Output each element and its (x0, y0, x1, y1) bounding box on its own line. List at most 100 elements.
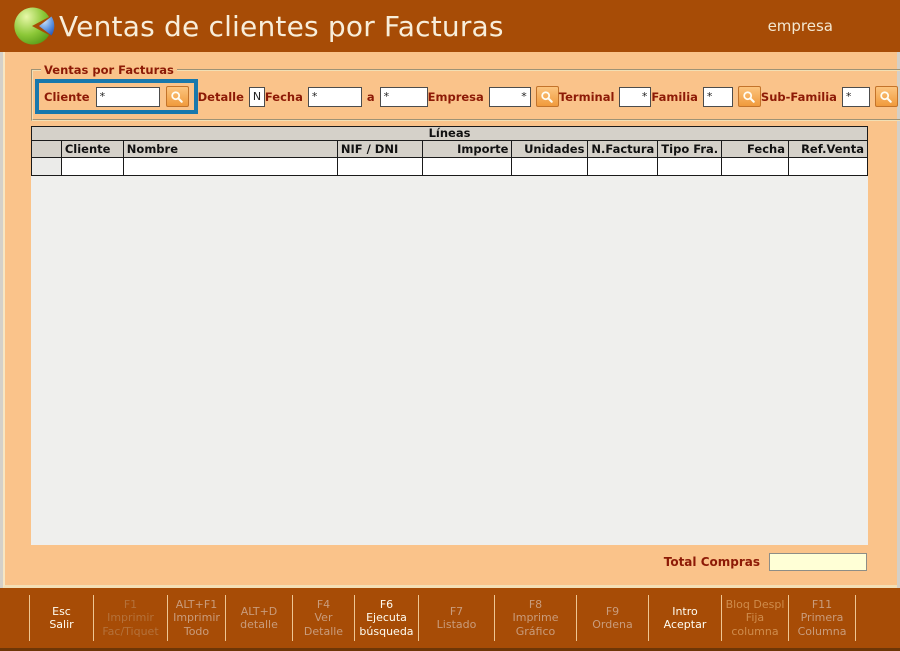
column-header-selector (32, 141, 62, 158)
footer-button-label: Salir (49, 618, 73, 631)
grid-empty-row[interactable] (32, 158, 868, 176)
empresa-input[interactable] (489, 87, 531, 107)
footer-button-label: detalle (240, 618, 278, 631)
footer-button-label: Imprime Gráfico (497, 611, 574, 637)
footer-button-altd-detalle[interactable]: ALT+D detalle (225, 595, 292, 641)
empresa-search-button[interactable] (536, 86, 559, 107)
footer-button-f1-imprimir[interactable]: F1 Imprimir Fac/Tiquet (93, 595, 167, 641)
total-compras-input[interactable] (769, 553, 867, 571)
footer-button-label: Aceptar (664, 618, 707, 631)
footer-button-key: F4 (317, 598, 330, 611)
familia-label: Familia (651, 90, 698, 104)
column-header-importe: Importe (422, 141, 512, 158)
page-title: Ventas de clientes por Facturas (59, 10, 504, 43)
app-window: Ventas de clientes por Facturas empresa … (0, 0, 900, 651)
fecha-field: Fecha a (265, 87, 428, 107)
cell-refventa (789, 158, 868, 176)
column-header-refventa: Ref.Venta (789, 141, 868, 158)
column-header-nombre: Nombre (123, 141, 337, 158)
cell-tipofra (658, 158, 722, 176)
footer-button-key: F11 (812, 598, 832, 611)
familia-field: Familia (651, 86, 761, 107)
footer-button-label: Listado (437, 618, 477, 631)
cell-importe (422, 158, 512, 176)
cell-unidades (512, 158, 588, 176)
subfamilia-search-button[interactable] (875, 86, 898, 107)
cell-nfactura (588, 158, 658, 176)
cliente-input[interactable] (96, 87, 160, 107)
subfamilia-input[interactable] (842, 87, 870, 107)
grid-caption: Líneas (31, 126, 868, 141)
subfamilia-label: Sub-Familia (761, 90, 837, 104)
company-name: empresa (768, 17, 833, 35)
footer-button-key: ALT+F1 (176, 598, 217, 611)
footer-button-label: Ver Detalle (295, 611, 352, 637)
column-header-fecha: Fecha (722, 141, 789, 158)
footer-button-f9-ordena[interactable]: F9 Ordena (576, 595, 648, 641)
detalle-label: Detalle (198, 90, 244, 104)
fecha-to-input[interactable] (380, 87, 428, 107)
cell-nif (337, 158, 422, 176)
footer-button-key: ALT+D (241, 605, 278, 618)
pie-chart-icon (12, 4, 56, 48)
footer-button-f6-ejecuta-busqueda[interactable]: F6 Ejecuta búsqueda (354, 595, 418, 641)
detalle-input[interactable] (249, 87, 265, 107)
footer-button-label: Imprimir Todo (170, 611, 223, 637)
filter-row: Cliente Detalle Fecha (35, 79, 898, 114)
terminal-field: Terminal (559, 87, 652, 107)
row-selector-cell (32, 158, 62, 176)
footer-button-key: F9 (606, 605, 619, 618)
footer-toolbar: Esc Salir F1 Imprimir Fac/Tiquet ALT+F1 … (0, 588, 900, 651)
main-content: Ventas por Facturas Cliente Detalle (3, 52, 897, 588)
lines-grid-panel: Líneas Cliente Nombre NIF / DNI Importe … (31, 126, 868, 545)
subfamilia-field: Sub-Familia (761, 86, 898, 107)
footer-button-altf1-imprimir-todo[interactable]: ALT+F1 Imprimir Todo (167, 595, 225, 641)
footer-button-key: F7 (450, 605, 463, 618)
footer-button-key: Bloq Despl (726, 598, 785, 611)
empresa-label: Empresa (428, 90, 484, 104)
footer-button-key: Esc (52, 605, 71, 618)
terminal-input[interactable] (619, 87, 651, 107)
title-bar: Ventas de clientes por Facturas empresa (0, 0, 900, 52)
footer-button-label: Primera Columna (791, 611, 853, 637)
magnifier-icon (879, 90, 893, 104)
footer-button-f8-imprime-grafico[interactable]: F8 Imprime Gráfico (494, 595, 576, 641)
footer-button-f4-ver-detalle[interactable]: F4 Ver Detalle (292, 595, 354, 641)
familia-search-button[interactable] (738, 86, 761, 107)
column-header-nif: NIF / DNI (337, 141, 422, 158)
fecha-from-input[interactable] (308, 87, 362, 107)
filters-legend: Ventas por Facturas (41, 63, 177, 77)
cell-fecha (722, 158, 789, 176)
focus-highlight: Cliente (35, 79, 198, 114)
footer-button-key: F1 (124, 598, 137, 611)
familia-input[interactable] (703, 87, 733, 107)
footer-button-label: Fija columna (724, 611, 786, 637)
total-row: Total Compras (31, 547, 867, 577)
filters-fieldset: Ventas por Facturas Cliente Detalle (31, 63, 900, 121)
footer-button-f11-primera-columna[interactable]: F11 Primera Columna (788, 595, 856, 641)
total-compras-label: Total Compras (664, 555, 760, 569)
magnifier-icon (742, 90, 756, 104)
footer-button-key: F6 (380, 598, 393, 611)
column-header-unidades: Unidades (512, 141, 588, 158)
footer-button-bloqdespl-fija-columna[interactable]: Bloq Despl Fija columna (721, 595, 788, 641)
grid-header-row: Cliente Nombre NIF / DNI Importe Unidade… (32, 141, 868, 158)
footer-button-esc-salir[interactable]: Esc Salir (29, 595, 93, 641)
column-header-tipofra: Tipo Fra. (658, 141, 722, 158)
cliente-search-button[interactable] (166, 86, 189, 107)
column-header-nfactura: N.Factura (588, 141, 658, 158)
footer-button-f7-listado[interactable]: F7 Listado (418, 595, 494, 641)
magnifier-icon (170, 90, 184, 104)
footer-button-label: Ejecuta búsqueda (357, 611, 416, 637)
footer-button-key: Intro (672, 605, 698, 618)
terminal-label: Terminal (559, 90, 615, 104)
footer-button-label: Imprimir Fac/Tiquet (96, 611, 165, 637)
column-header-cliente: Cliente (61, 141, 123, 158)
cliente-label: Cliente (44, 90, 90, 104)
lines-grid: Cliente Nombre NIF / DNI Importe Unidade… (31, 140, 868, 176)
footer-button-intro-aceptar[interactable]: Intro Aceptar (648, 595, 721, 641)
fecha-to-label: a (367, 90, 375, 104)
cell-cliente (61, 158, 123, 176)
footer-button-key: F8 (529, 598, 542, 611)
cell-nombre (123, 158, 337, 176)
